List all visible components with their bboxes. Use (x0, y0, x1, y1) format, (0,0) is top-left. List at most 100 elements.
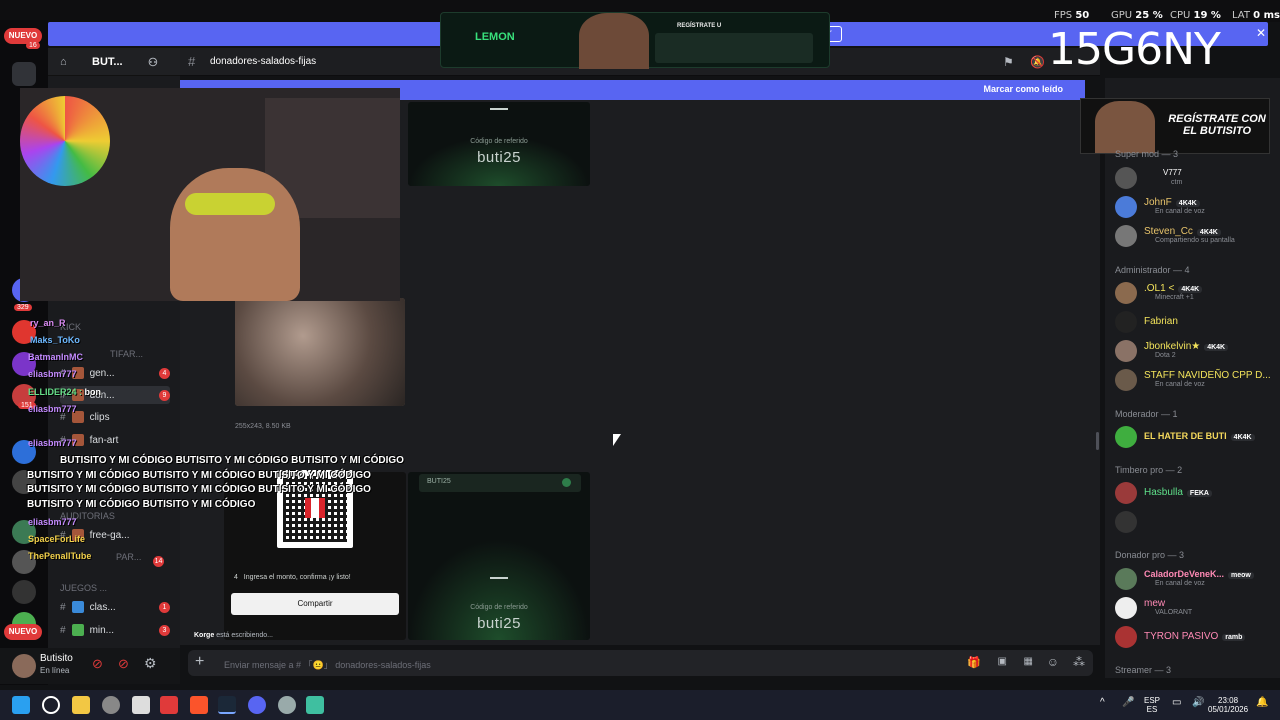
chat-username: Maks_ToKo (30, 335, 80, 345)
scrollbar[interactable] (1096, 432, 1099, 450)
member-row[interactable]: mew VALORANT (1115, 596, 1275, 620)
avatar (1115, 597, 1137, 619)
group-header: Super mod — 3 (1115, 149, 1179, 159)
server-icon[interactable] (12, 580, 36, 604)
member-row[interactable]: TYRON PASIVO ramb (1115, 625, 1275, 649)
prize-wheel (20, 96, 110, 186)
server-header[interactable]: ⌂ BUT... ⚇ (48, 48, 180, 76)
search-icon[interactable] (42, 696, 60, 714)
member-row[interactable]: Steven_Cc 4K4K Compartiendo su pantalla (1115, 224, 1275, 248)
chat-username: eliasbm777 (28, 438, 77, 448)
member-row[interactable]: V777 ctm (1115, 166, 1275, 190)
app-icon[interactable] (278, 696, 296, 714)
emoji-icon[interactable]: ☺ (1047, 655, 1059, 669)
member-row[interactable]: Jbonkelvin★ 4K4K Dota 2 (1115, 339, 1275, 363)
member-row[interactable]: STAFF NAVIDEÑO CPP D... En canal de voz (1115, 368, 1275, 392)
member-row[interactable] (1115, 510, 1275, 534)
referral-card: Código de referido buti25 (408, 102, 590, 186)
referral-card-2: Código de referido buti25 (408, 472, 590, 640)
language-indicator[interactable]: ESP ES (1144, 696, 1160, 714)
step-text: 4 Ingresa el monto, confirma ¡y listo! (234, 574, 351, 581)
clock[interactable]: 23:08 05/01/2026 (1208, 696, 1248, 714)
avatar (1115, 282, 1137, 304)
discord-icon[interactable] (248, 696, 266, 714)
inbox-icon[interactable] (12, 62, 36, 86)
user-status: En línea (40, 666, 70, 675)
gift-icon[interactable]: 🎁 (967, 656, 981, 669)
cpu-readout: CPU 19 % (1170, 10, 1221, 21)
mic-muted-icon[interactable]: ⊘ (92, 656, 103, 672)
brave-browser-icon[interactable] (190, 696, 208, 714)
spam-line: BUTISITO Y MI CÓDIGO BUTISITO Y MI CÓDIG… (27, 470, 371, 481)
close-icon[interactable]: ✕ (1256, 26, 1266, 40)
member-row[interactable]: EL HATER DE BUTI 4K4K (1115, 425, 1275, 449)
file-info: 255x243, 8.50 KB (235, 423, 291, 430)
add-member-icon[interactable]: ⚇ (148, 56, 158, 69)
mouse-cursor (613, 434, 621, 446)
threads-icon[interactable]: ⚑ (1003, 55, 1014, 69)
username: Butisito (40, 653, 73, 664)
ad-panel (655, 33, 813, 63)
deafen-icon[interactable]: ⊘ (118, 656, 129, 672)
lat-readout: LAT 0 ms (1232, 10, 1280, 21)
mic-icon[interactable]: 🎤 (1122, 698, 1134, 708)
network-icon[interactable]: ▭ (1172, 698, 1181, 708)
obs-icon[interactable] (102, 696, 120, 714)
avatar (1115, 626, 1137, 648)
avatar[interactable] (12, 654, 36, 678)
avatar (1115, 196, 1137, 218)
member-row[interactable]: CaladorDeVeneK... meow En canal de voz (1115, 567, 1275, 591)
input-placeholder: Enviar mensaje a # 「😐」 donadores-salados… (224, 660, 431, 670)
group-header: Streamer — 3 (1115, 665, 1172, 675)
card-dash (490, 577, 508, 579)
streamer (170, 168, 300, 301)
channel-item[interactable]: # clas... 1 (60, 598, 170, 616)
gpu-readout: GPU 25 % (1111, 10, 1163, 21)
member-row[interactable]: .OL1 <4K4K Minecraft +1 (1115, 281, 1275, 305)
chat-username: eliasbm777 (28, 517, 77, 527)
category-par[interactable]: PAR... (116, 552, 141, 562)
typing-indicator: Korge está escribiendo... (194, 632, 273, 639)
app-icon[interactable] (132, 696, 150, 714)
file-explorer-icon[interactable] (72, 696, 90, 714)
gif-icon[interactable]: ▣ (998, 656, 1007, 667)
windows-start-icon[interactable] (12, 696, 30, 714)
category-juegos[interactable]: JUEGOS ... (60, 583, 107, 593)
settings-gear-icon[interactable]: ⚙ (144, 655, 157, 672)
member-row[interactable]: Hasbulla FEKA (1115, 481, 1275, 505)
chat-username: eliasbm777 (28, 404, 77, 414)
chat-username: eliasbm777 (28, 369, 77, 379)
user-panel: Butisito En línea ⊘ ⊘ ⚙ (0, 648, 180, 684)
mark-read-button[interactable]: Marcar como leído (983, 84, 1063, 94)
member-row[interactable]: Fabrian (1115, 310, 1275, 334)
avatar (1115, 511, 1137, 533)
group-header: Timbero pro — 2 (1115, 465, 1183, 475)
sticker-icon[interactable]: ▦ (1024, 656, 1033, 667)
member-row[interactable]: JohnF 4K4K En canal de voz (1115, 195, 1275, 219)
qr-code (277, 470, 353, 548)
volume-icon[interactable]: 🔊 (1192, 698, 1204, 708)
channel-item[interactable]: # min... 3 (60, 621, 170, 639)
ref-label: Código de referido (470, 604, 528, 611)
nuevo-count: 16 (26, 42, 40, 49)
server-name: BUT... (92, 56, 123, 68)
screen: FPS 50 GPU 25 % CPU 19 % LAT 0 ms r NUEV… (0, 0, 1280, 720)
video-app-icon[interactable] (160, 696, 178, 714)
tray-chevron-icon[interactable]: ^ (1100, 698, 1105, 708)
steam-icon[interactable] (218, 696, 236, 714)
avatar (1115, 225, 1137, 247)
apps-icon[interactable]: ⁂ (1073, 655, 1085, 669)
category-notif[interactable]: TIFAR... (110, 349, 143, 359)
promo-banner: REGÍSTRATE CON EL BUTISITO (1080, 98, 1270, 154)
share-button[interactable]: Compartir (231, 593, 399, 615)
channel-title: donadores-salados-fijas (210, 56, 317, 67)
spam-line: BUTISITO Y MI CÓDIGO BUTISITO Y MI CÓDIG… (27, 484, 371, 495)
notepad-icon[interactable] (306, 696, 324, 714)
message-input[interactable]: + Enviar mensaje a # 「😐」 donadores-salad… (188, 650, 1093, 676)
mute-icon[interactable]: 🔕 (1030, 55, 1045, 69)
notification-bell-icon[interactable]: 🔔 (1256, 698, 1268, 708)
hash-icon: # (188, 54, 196, 69)
attach-plus-icon[interactable]: + (195, 653, 204, 671)
chat-username: SpaceForLife (28, 534, 86, 544)
shared-image[interactable] (235, 298, 405, 406)
